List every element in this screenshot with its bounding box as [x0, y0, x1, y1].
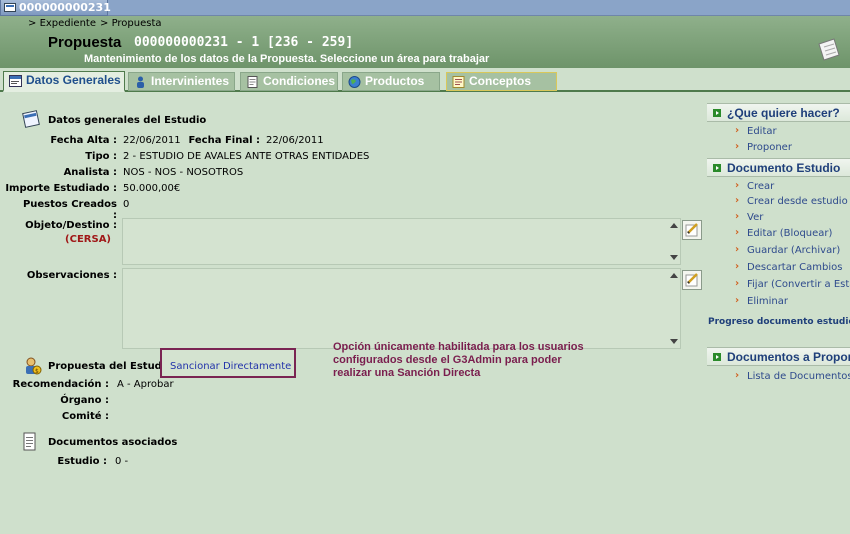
callout-line: Opción únicamente habilitada para los us… — [333, 341, 584, 353]
tipo-value: 2 - ESTUDIO DE AVALES ANTE OTRAS ENTIDAD… — [123, 151, 370, 162]
tab-productos[interactable]: Productos — [342, 72, 440, 91]
document-icon — [247, 76, 258, 88]
action-editar[interactable]: Editar — [735, 126, 850, 137]
arrow-right-icon — [713, 109, 721, 117]
observaciones-textarea[interactable] — [122, 268, 681, 349]
tab-label: Productos — [365, 74, 425, 88]
document-icon — [23, 432, 36, 451]
panel-header-que-hacer: ¿Que quiere hacer? — [707, 103, 850, 122]
window-tab[interactable]: 000000000231 — [0, 0, 111, 16]
action-proponer[interactable]: Proponer — [735, 142, 850, 153]
notebook-icon — [22, 110, 40, 128]
puestos-value: 0 — [123, 199, 130, 210]
fecha-alta-label: Fecha Alta : — [50, 135, 117, 146]
callout-line: realizar una Sanción Directa — [333, 367, 481, 379]
observaciones-scrollbar[interactable] — [667, 269, 680, 348]
sancionar-highlight-box: Sancionar Directamente — [160, 348, 296, 378]
globe-icon — [348, 76, 361, 88]
arrow-right-icon — [713, 353, 721, 361]
tab-label: Intervinientes — [151, 74, 230, 88]
form-icon — [9, 75, 22, 87]
recomendacion-label: Recomendación : — [12, 379, 109, 390]
observaciones-label: Observaciones : — [26, 270, 117, 281]
importe-label: Importe Estudiado : — [5, 183, 117, 194]
breadcrumb-propuesta[interactable]: Propuesta — [100, 18, 162, 29]
tab-label: Datos Generales — [26, 73, 121, 87]
panel-header-label: Documentos a Proponer — [727, 350, 850, 364]
action-lista-documentos[interactable]: Lista de Documentos — [735, 371, 850, 382]
doc-estudio-label: Estudio : — [57, 456, 107, 467]
tipo-label: Tipo : — [85, 151, 117, 162]
window-icon — [4, 3, 16, 12]
fecha-alta-value: 22/06/2011 — [123, 135, 181, 146]
breadcrumb-expediente[interactable]: Expediente — [28, 18, 96, 29]
window-tab-title: 000000000231 — [19, 1, 111, 14]
window-titlebar: 000000000231 — [0, 0, 850, 16]
page-subtitle: Mantenimiento de los datos de la Propues… — [84, 53, 490, 65]
arrow-right-icon — [713, 164, 721, 172]
comite-label: Comité : — [61, 411, 109, 422]
organo-label: Órgano : — [60, 395, 109, 406]
notepad-icon — [818, 38, 840, 61]
panel-header-label: ¿Que quiere hacer? — [727, 106, 840, 120]
section-title-documentos: Documentos asociados — [48, 437, 178, 448]
panel-header-doc-proponer: Documentos a Proponer — [707, 347, 850, 366]
doc-action-eliminar[interactable]: Eliminar — [735, 296, 850, 307]
tab-datos-generales[interactable]: Datos Generales — [3, 71, 125, 92]
panel-header-label: Documento Estudio — [727, 161, 841, 175]
section-title-propuesta: Propuesta del Estudio — [48, 361, 173, 372]
progreso-documento-link[interactable]: Progreso documento estudio ... — [708, 317, 850, 327]
tab-label: Conceptos — [469, 74, 532, 88]
objeto-sublabel: (CERSA) — [65, 234, 111, 245]
tab-label: Condiciones — [263, 74, 336, 88]
svg-text:$: $ — [35, 368, 39, 375]
money-person-icon: $ — [26, 357, 42, 375]
callout-note: Opción únicamente habilitada para los us… — [333, 341, 633, 380]
doc-action-crear-desde-anterior[interactable]: Crear desde estudio anterior — [735, 196, 850, 207]
page-header: Expediente Propuesta Propuesta 000000000… — [0, 16, 850, 68]
importe-value: 50.000,00€ — [123, 183, 181, 194]
fecha-final-label: Fecha Final : — [188, 135, 260, 146]
doc-estudio-value: 0 - — [115, 456, 129, 467]
doc-action-ver[interactable]: Ver — [735, 212, 850, 223]
pencil-icon — [685, 223, 698, 237]
callout-line: configurados desde el G3Admin para poder — [333, 354, 562, 366]
doc-action-descartar[interactable]: Descartar Cambios — [735, 262, 850, 273]
puestos-label: Puestos Creados : — [22, 199, 117, 221]
page-title: Propuesta — [48, 34, 122, 51]
pencil-icon — [685, 273, 698, 287]
tab-conceptos[interactable]: Conceptos — [446, 72, 557, 91]
sancionar-directamente-link[interactable]: Sancionar Directamente — [170, 361, 291, 372]
objeto-label: Objeto/Destino : — [25, 220, 117, 231]
list-icon — [452, 76, 465, 88]
analista-label: Analista : — [63, 167, 117, 178]
person-icon — [137, 76, 144, 88]
objeto-textarea[interactable] — [122, 218, 681, 265]
tab-bar: Datos Generales Intervinientes Condicion… — [0, 68, 850, 92]
tab-intervinientes[interactable]: Intervinientes — [128, 72, 235, 91]
objeto-scrollbar[interactable] — [667, 219, 680, 264]
tab-condiciones[interactable]: Condiciones — [240, 72, 338, 91]
doc-action-fijar[interactable]: Fijar (Convertir a Estático) — [735, 279, 850, 290]
recomendacion-value: A - Aprobar — [117, 379, 174, 390]
panel-header-doc-estudio: Documento Estudio — [707, 158, 850, 177]
doc-action-guardar-archivar[interactable]: Guardar (Archivar) — [735, 245, 850, 256]
section-title-datos-estudio: Datos generales del Estudio — [48, 115, 207, 126]
analista-value: NOS - NOS - NOSOTROS — [123, 167, 244, 178]
doc-action-editar-bloquear[interactable]: Editar (Bloquear) — [735, 228, 850, 239]
observaciones-edit-button[interactable] — [682, 270, 702, 290]
page-code: 000000000231 - 1 [236 - 259] — [134, 35, 354, 50]
objeto-edit-button[interactable] — [682, 220, 702, 240]
doc-action-crear[interactable]: Crear — [735, 181, 850, 192]
fecha-final-value: 22/06/2011 — [266, 135, 324, 146]
